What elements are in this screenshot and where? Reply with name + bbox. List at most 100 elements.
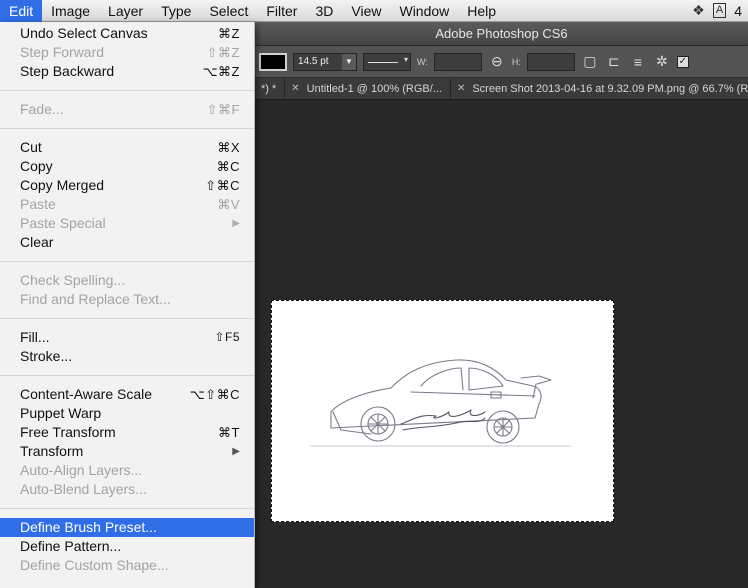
menu-item-cut[interactable]: Cut ⌘X (0, 138, 254, 157)
menu-item-shortcut: ⌘X (217, 140, 240, 155)
menu-item-label: Define Custom Shape... (20, 557, 169, 573)
menu-item-stroke[interactable]: Stroke... (0, 347, 254, 366)
menu-item-label: Auto-Align Layers... (20, 462, 143, 478)
tab-label: *) * (261, 83, 277, 95)
menu-item-free-transform[interactable]: Free Transform ⌘T (0, 423, 254, 442)
menu-item-shortcut: ⇧⌘F (206, 102, 240, 117)
menu-item-label: Step Forward (20, 44, 105, 60)
menu-type[interactable]: Type (152, 0, 200, 22)
menu-item-label: Clear (20, 234, 54, 250)
tab-label: Screen Shot 2013-04-16 at 9.32.09 PM.png… (472, 83, 748, 95)
tab-document-1[interactable]: *) * (255, 78, 286, 99)
dropbox-icon[interactable]: ❖ (692, 2, 705, 19)
menu-bar: Edit Image Layer Type Select Filter 3D V… (0, 0, 748, 22)
menu-item-label: Step Backward (20, 63, 115, 79)
menu-item-label: Check Spelling... (20, 272, 126, 288)
document-tabs: *) * ✕ Untitled-1 @ 100% (RGB/... ✕ Screen… (255, 78, 748, 100)
menu-select[interactable]: Select (200, 0, 257, 22)
gear-icon[interactable]: ✲ (653, 53, 671, 70)
submenu-arrow-icon: ▶ (232, 218, 240, 229)
document-canvas[interactable] (271, 300, 614, 522)
height-field[interactable] (526, 52, 575, 71)
menu-item-paste-special: Paste Special ▶ (0, 214, 254, 233)
menu-item-shortcut: ⌘T (218, 425, 240, 440)
menu-item-copy-merged[interactable]: Copy Merged ⇧⌘C (0, 176, 254, 195)
menu-edit[interactable]: Edit (0, 0, 43, 22)
height-label: H: (511, 56, 521, 67)
menu-item-auto-align: Auto-Align Layers... (0, 461, 254, 480)
adobe-icon[interactable]: A (712, 3, 727, 18)
path-alignment-icon[interactable]: ⊏ (605, 53, 623, 70)
edit-menu: Undo Select Canvas ⌘Z Step Forward ⇧⌘Z Ste… (0, 22, 255, 588)
menu-item-label: Copy (20, 158, 53, 174)
menu-item-label: Paste Special (20, 215, 106, 231)
close-icon[interactable]: ✕ (457, 78, 465, 99)
tab-label: Untitled-1 @ 100% (RGB/... (306, 83, 442, 95)
menu-item-undo[interactable]: Undo Select Canvas ⌘Z (0, 24, 254, 43)
menu-item-label: Stroke... (20, 348, 73, 364)
menu-item-label: Undo Select Canvas (20, 25, 148, 41)
menu-separator (0, 119, 254, 138)
menu-item-shortcut: ⌥⌘Z (202, 64, 240, 79)
menu-layer[interactable]: Layer (99, 0, 152, 22)
menu-filter[interactable]: Filter (257, 0, 306, 22)
menu-item-clear[interactable]: Clear (0, 233, 254, 252)
path-arrangement-icon[interactable]: ≡ (629, 54, 647, 70)
menu-separator (0, 499, 254, 518)
menu-item-label: Transform (20, 443, 84, 459)
width-field[interactable] (433, 52, 482, 71)
menu-item-fill[interactable]: Fill... ⇧F5 (0, 328, 254, 347)
tab-document-2[interactable]: ✕ Untitled-1 @ 100% (RGB/... (285, 78, 451, 99)
menu-item-label: Fill... (20, 329, 50, 345)
stroke-style-dropdown[interactable]: ▾ (363, 52, 411, 71)
align-edges-checkbox[interactable]: ✓ (676, 55, 689, 68)
submenu-arrow-icon: ▶ (232, 446, 240, 457)
menu-item-auto-blend: Auto-Blend Layers... (0, 480, 254, 499)
menu-view[interactable]: View (342, 0, 390, 22)
menu-item-label: Content-Aware Scale (20, 386, 153, 402)
chevron-down-icon[interactable]: ▼ (342, 53, 356, 70)
menu-3d[interactable]: 3D (306, 0, 342, 22)
menu-item-copy[interactable]: Copy ⌘C (0, 157, 254, 176)
stroke-width-value: 14.5 pt (298, 55, 329, 67)
notification-count: 4 (734, 2, 742, 19)
menu-item-shortcut: ⇧⌘C (205, 178, 240, 193)
menu-item-check-spelling: Check Spelling... (0, 271, 254, 290)
menu-item-label: Paste (20, 196, 56, 212)
car-sketch-image (310, 359, 572, 447)
width-label: W: (417, 56, 428, 67)
menu-item-step-backward[interactable]: Step Backward ⌥⌘Z (0, 62, 254, 81)
menu-item-label: Free Transform (20, 424, 116, 440)
close-icon[interactable]: ✕ (291, 78, 299, 99)
stroke-color-swatch[interactable] (259, 52, 287, 71)
menu-item-label: Define Pattern... (20, 538, 122, 554)
link-icon[interactable]: ⊖ (488, 53, 506, 70)
menu-item-step-forward: Step Forward ⇧⌘Z (0, 43, 254, 62)
menu-item-shortcut: ⌘Z (218, 26, 240, 41)
menu-item-content-aware-scale[interactable]: Content-Aware Scale ⌥⇧⌘C (0, 385, 254, 404)
options-bar: 14.5 pt ▼ ▾ W: ⊖ H: ▢ ⊏ ≡ ✲ ✓ (255, 46, 748, 78)
menu-window[interactable]: Window (390, 0, 458, 22)
menu-item-transform[interactable]: Transform ▶ (0, 442, 254, 461)
path-operations-icon[interactable]: ▢ (581, 53, 599, 70)
chevron-down-icon: ▾ (403, 54, 408, 64)
menu-item-puppet-warp[interactable]: Puppet Warp (0, 404, 254, 423)
menu-item-shortcut: ⇧⌘Z (206, 45, 240, 60)
menu-item-define-custom-shape: Define Custom Shape... (0, 556, 254, 575)
app-title-bar: Adobe Photoshop CS6 (255, 22, 748, 46)
menu-separator (0, 81, 254, 100)
menu-item-define-brush-preset[interactable]: Define Brush Preset... (0, 518, 254, 537)
menu-item-shortcut: ⌥⇧⌘C (189, 387, 240, 402)
menu-item-shortcut: ⌘C (216, 159, 240, 174)
menu-image[interactable]: Image (42, 0, 99, 22)
menu-item-define-pattern[interactable]: Define Pattern... (0, 537, 254, 556)
tab-document-3[interactable]: ✕ Screen Shot 2013-04-16 at 9.32.09 PM.pn… (451, 78, 748, 99)
menu-item-label: Find and Replace Text... (20, 291, 171, 307)
app-title: Adobe Photoshop CS6 (435, 26, 568, 41)
menu-item-label: Define Brush Preset... (20, 519, 157, 535)
menu-item-paste: Paste ⌘V (0, 195, 254, 214)
menu-separator (0, 252, 254, 271)
menu-item-label: Copy Merged (20, 177, 105, 193)
menu-help[interactable]: Help (458, 0, 505, 22)
stroke-width-field[interactable]: 14.5 pt ▼ (293, 52, 357, 71)
